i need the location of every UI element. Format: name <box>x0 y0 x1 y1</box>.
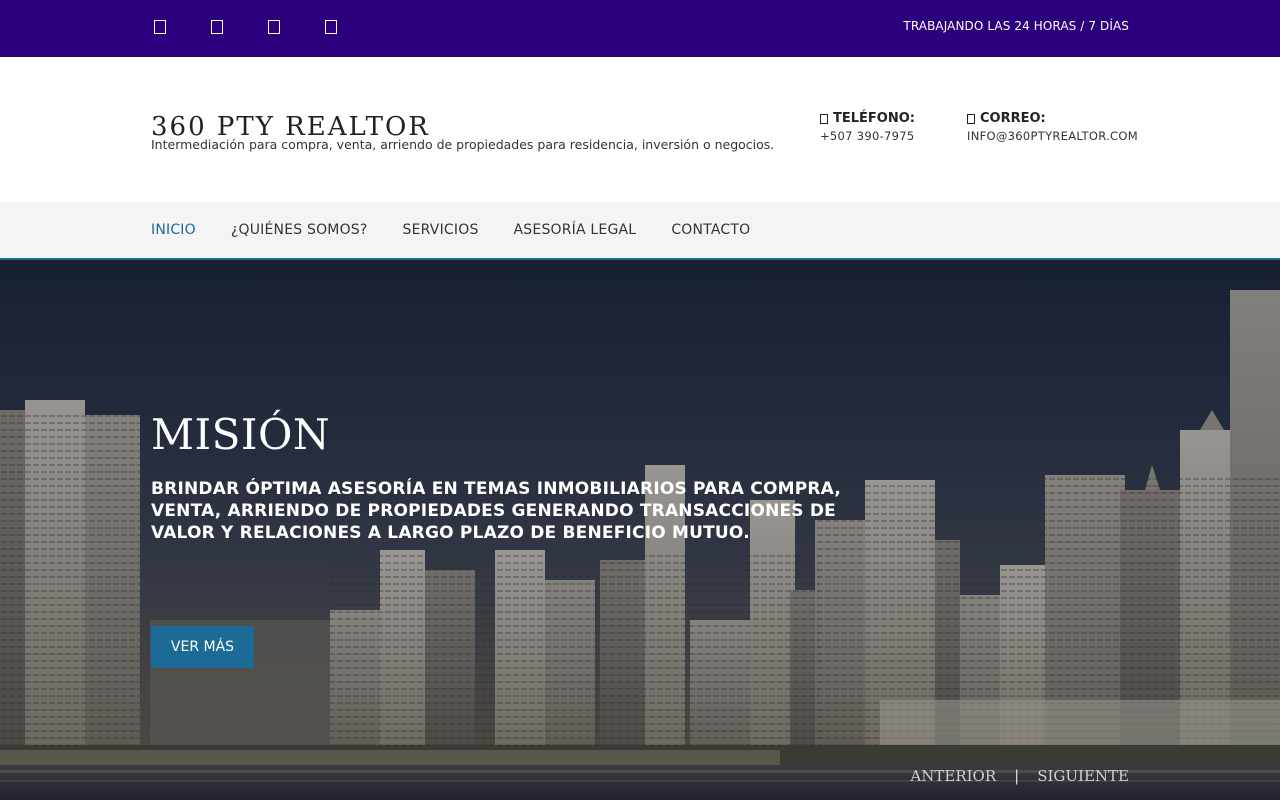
nav-item-inicio[interactable]: INICIO <box>151 222 196 238</box>
nav-item-contacto[interactable]: CONTACTO <box>671 222 750 238</box>
email-value[interactable]: INFO@360PTYREALTOR.COM <box>967 129 1138 143</box>
main-nav: INICIO ¿QUIÉNES SOMOS? SERVICIOS ASESORÍ… <box>0 202 1280 260</box>
instagram-icon[interactable] <box>266 18 282 36</box>
ver-mas-button[interactable]: VER MÁS <box>151 626 254 668</box>
twitter-icon[interactable] <box>209 18 225 36</box>
envelope-icon <box>967 113 975 124</box>
hero-text: BRINDAR ÓPTIMA ASESORÍA EN TEMAS INMOBIL… <box>151 479 841 543</box>
slider-separator: | <box>1014 767 1020 785</box>
phone-value[interactable]: +507 390-7975 <box>820 129 915 143</box>
nav-item-quienes-somos[interactable]: ¿QUIÉNES SOMOS? <box>231 222 368 238</box>
email-label: CORREO: <box>980 111 1046 126</box>
next-slide-button[interactable]: SIGUIENTE <box>1037 767 1129 785</box>
email-contact: CORREO: INFO@360PTYREALTOR.COM <box>967 111 1138 143</box>
nav-list: INICIO ¿QUIÉNES SOMOS? SERVICIOS ASESORÍ… <box>151 222 785 238</box>
phone-label: TELÉFONO: <box>833 111 915 126</box>
slider-controls: ANTERIOR | SIGUIENTE <box>910 767 1129 785</box>
previous-slide-button[interactable]: ANTERIOR <box>910 767 996 785</box>
hero-slider: MISIÓN BRINDAR ÓPTIMA ASESORÍA EN TEMAS … <box>0 260 1280 800</box>
phone-contact: TELÉFONO: +507 390-7975 <box>820 111 915 143</box>
nav-item-servicios[interactable]: SERVICIOS <box>403 222 479 238</box>
top-bar: TRABAJANDO LAS 24 HORAS / 7 DÍAS <box>0 0 1280 57</box>
hero-title: MISIÓN <box>151 410 331 459</box>
facebook-icon[interactable] <box>152 18 168 36</box>
working-hours: TRABAJANDO LAS 24 HORAS / 7 DÍAS <box>903 19 1129 33</box>
linkedin-icon[interactable] <box>323 18 339 36</box>
nav-item-asesoria-legal[interactable]: ASESORÍA LEGAL <box>514 222 637 238</box>
phone-icon <box>820 113 828 124</box>
site-header: 360 PTY REALTOR Intermediación para comp… <box>0 57 1280 202</box>
social-links <box>152 18 339 36</box>
site-tagline: Intermediación para compra, venta, arrie… <box>151 137 775 152</box>
